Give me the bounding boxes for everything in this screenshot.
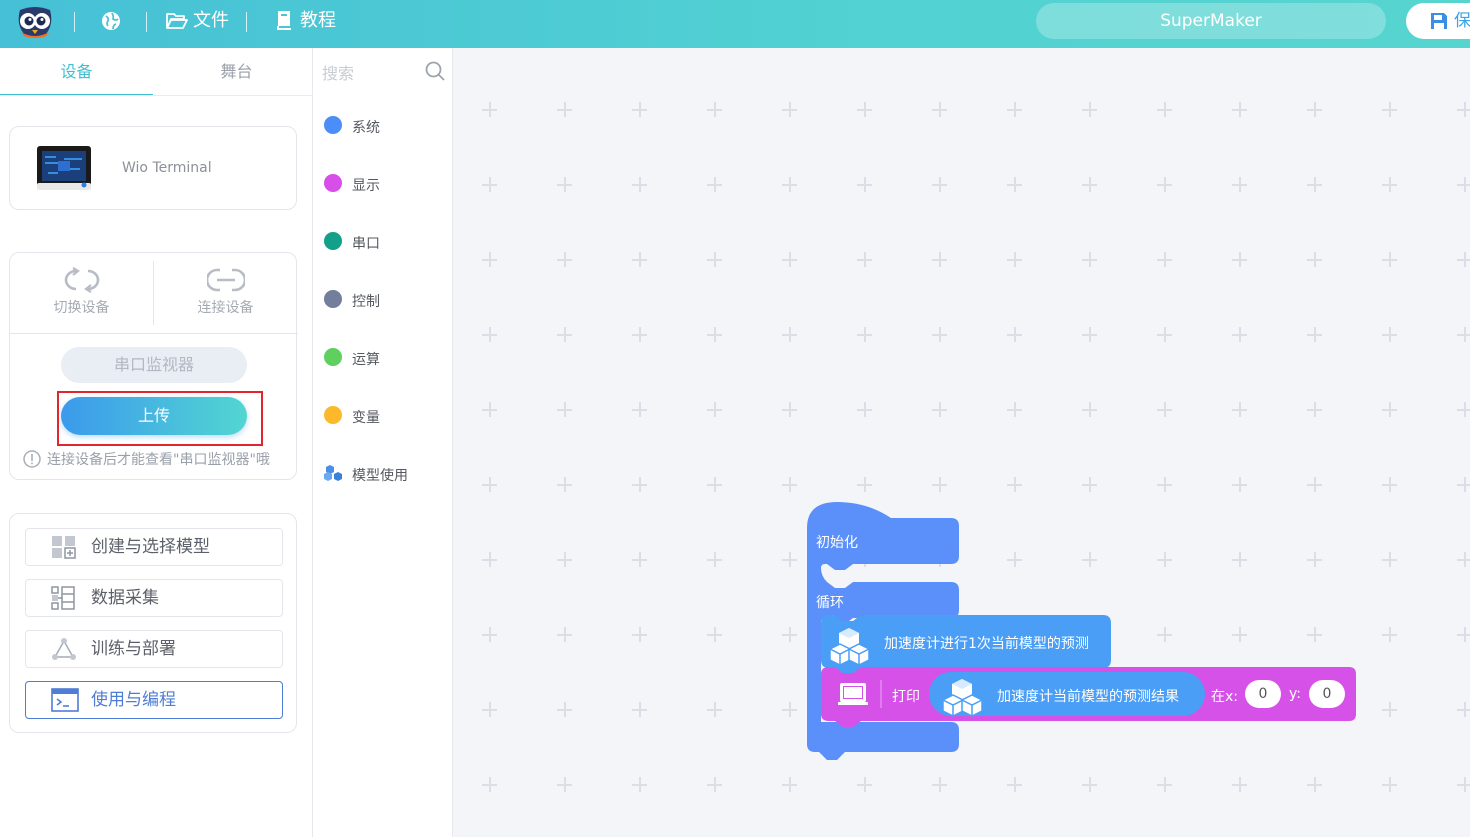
- link-icon: [207, 268, 245, 292]
- monitor-icon: [838, 683, 868, 705]
- top-bar: 文件 教程 SuperMaker 保: [0, 0, 1470, 48]
- print-block-label: 打印: [892, 689, 920, 705]
- y-value-input[interactable]: 0: [1309, 680, 1345, 708]
- category-dot: [324, 290, 342, 308]
- owl-logo-icon[interactable]: [16, 6, 54, 38]
- serial-monitor-button[interactable]: 串口监视器: [61, 347, 247, 383]
- init-block-label: 初始化: [816, 535, 858, 551]
- connect-device-label: 连接设备: [197, 300, 254, 316]
- category-label: 运算: [352, 352, 380, 368]
- grid-plus-icon: [52, 536, 76, 559]
- switch-icon: [64, 267, 100, 293]
- switch-device-label: 切换设备: [53, 300, 110, 316]
- divider: [10, 333, 298, 334]
- save-button[interactable]: 保: [1406, 3, 1470, 39]
- file-menu[interactable]: 文件: [193, 10, 229, 32]
- folder-open-icon[interactable]: [166, 11, 188, 33]
- category-label: 模型使用: [352, 468, 408, 484]
- block-category-panel: 搜索 系统 显示 串口 控制 运算 变量 模型使用: [313, 48, 453, 837]
- book-icon[interactable]: [276, 9, 298, 31]
- menu-label: 数据采集: [91, 588, 159, 608]
- connect-device-button[interactable]: 连接设备: [154, 253, 297, 333]
- result-reporter-label: 加速度计当前模型的预测结果: [997, 689, 1179, 705]
- category-label: 显示: [352, 178, 380, 194]
- loop-block-label: 循环: [816, 595, 844, 611]
- save-label: 保: [1454, 11, 1470, 31]
- at-x-label: 在x:: [1211, 689, 1239, 705]
- highlight-box: [57, 391, 263, 446]
- device-name: Wio Terminal: [122, 160, 212, 176]
- y-label: y:: [1289, 686, 1301, 702]
- triangle-nodes-icon: [52, 638, 76, 660]
- device-card[interactable]: Wio Terminal: [9, 126, 297, 210]
- divider: [246, 12, 247, 32]
- category-dot: [324, 174, 342, 192]
- menu-data-collection[interactable]: 数据采集: [25, 579, 283, 617]
- divider: [146, 12, 147, 32]
- device-panel: 设备 舞台 Wio Terminal 切换设备 连接设备 串口监视器 上传 连接…: [0, 48, 313, 837]
- cubes-icon: [324, 465, 342, 481]
- code-workspace[interactable]: 初始化 循环 加速度计进行1次当前模型的预测 打印 加速度计当前模型的预测结果 …: [453, 48, 1470, 837]
- category-dot: [324, 116, 342, 134]
- menu-label: 使用与编程: [91, 690, 176, 710]
- menu-train-deploy[interactable]: 训练与部署: [25, 630, 283, 668]
- category-label: 控制: [352, 294, 380, 310]
- tab-device[interactable]: 设备: [0, 48, 153, 96]
- terminal-window-icon: [51, 688, 79, 712]
- tutorial-menu[interactable]: 教程: [300, 10, 336, 32]
- switch-device-button[interactable]: 切换设备: [10, 253, 153, 333]
- connection-card: 切换设备 连接设备 串口监视器 上传 连接设备后才能查看"串口监视器"哦: [9, 252, 298, 480]
- block-stack[interactable]: [453, 48, 1470, 837]
- x-value-input[interactable]: 0: [1245, 680, 1281, 708]
- category-label: 串口: [352, 236, 380, 252]
- hint-text: 连接设备后才能查看"串口监视器"哦: [47, 452, 270, 468]
- divider: [74, 12, 75, 32]
- workflow-card: 创建与选择模型 数据采集 训练与部署 使用与编程: [9, 513, 297, 733]
- category-dot: [324, 348, 342, 366]
- save-icon: [1431, 13, 1447, 29]
- menu-label: 训练与部署: [91, 639, 176, 659]
- globe-icon[interactable]: [100, 10, 122, 32]
- menu-label: 创建与选择模型: [91, 537, 210, 557]
- data-list-icon: [51, 586, 75, 610]
- category-label: 变量: [352, 410, 380, 426]
- category-dot: [324, 406, 342, 424]
- menu-use-program[interactable]: 使用与编程: [25, 681, 283, 719]
- info-icon: [23, 450, 41, 468]
- wio-terminal-image: [36, 145, 92, 195]
- tab-stage[interactable]: 舞台: [160, 48, 313, 96]
- tab-divider: [0, 95, 313, 96]
- search-input[interactable]: 搜索: [322, 60, 354, 84]
- project-name[interactable]: SuperMaker: [1036, 3, 1386, 39]
- menu-create-select-model[interactable]: 创建与选择模型: [25, 528, 283, 566]
- category-label: 系统: [352, 120, 380, 136]
- predict-block-label: 加速度计进行1次当前模型的预测: [884, 636, 1089, 652]
- search-icon[interactable]: [425, 61, 445, 85]
- category-dot: [324, 232, 342, 250]
